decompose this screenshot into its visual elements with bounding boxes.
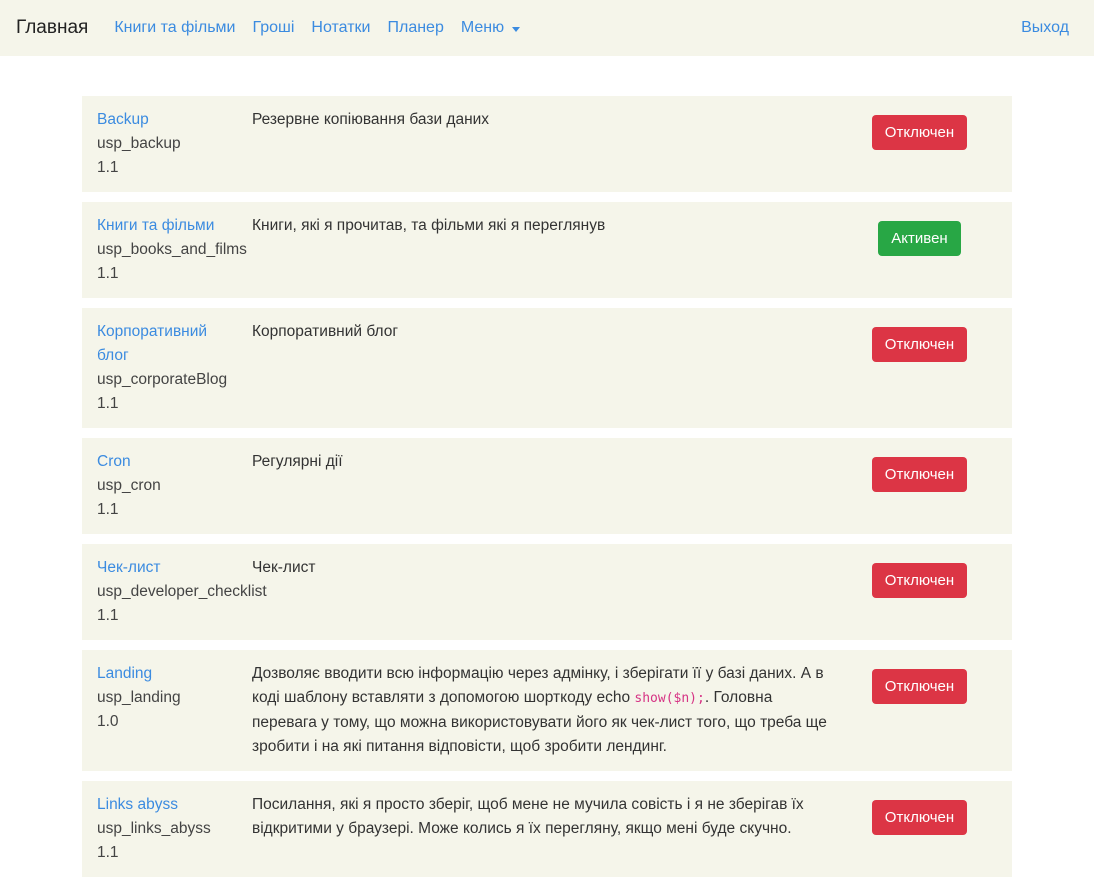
module-description: Посилання, які я просто зберіг, щоб мене…: [252, 796, 804, 837]
module-version: 1.1: [97, 607, 119, 624]
module-description: Резервне копіювання бази даних: [252, 111, 490, 128]
module-slug: usp_links_abyss: [97, 820, 211, 837]
module-title-link[interactable]: Links abyss: [97, 793, 227, 817]
module-version: 1.1: [97, 844, 119, 861]
module-title-link[interactable]: Landing: [97, 662, 227, 686]
module-action: Отключен: [842, 793, 997, 841]
module-row: Книги та фільми usp_books_and_films 1.1 …: [82, 202, 1012, 298]
module-action: Отключен: [842, 556, 997, 604]
module-info: Книги та фільми usp_books_and_films 1.1: [97, 214, 252, 286]
module-action: Отключен: [842, 108, 997, 156]
module-status-button[interactable]: Отключен: [871, 114, 968, 150]
module-description: Дозволяє вводити всю інформацію через ад…: [252, 662, 842, 759]
module-slug: usp_landing: [97, 689, 181, 706]
module-info: Links abyss usp_links_abyss 1.1: [97, 793, 252, 865]
module-version: 1.1: [97, 395, 119, 412]
module-row: Landing usp_landing 1.0 Дозволяє вводити…: [82, 650, 1012, 771]
module-title-link[interactable]: Backup: [97, 108, 227, 132]
brand-home-link[interactable]: Главная: [16, 17, 88, 39]
module-status-button[interactable]: Отключен: [871, 456, 968, 492]
module-info: Cron usp_cron 1.1: [97, 450, 252, 522]
module-description: Книги, які я прочитав, та фільми які я п…: [252, 217, 606, 234]
module-status-button[interactable]: Отключен: [871, 668, 968, 704]
module-title-link[interactable]: Книги та фільми: [97, 214, 227, 238]
module-row: Чек-лист usp_developer_checklist 1.1 Чек…: [82, 544, 1012, 640]
shortcode-snippet: show($n);: [634, 691, 705, 706]
nav-item-planner[interactable]: Планер: [387, 19, 443, 37]
chevron-down-icon: [512, 26, 521, 32]
nav-menu-dropdown[interactable]: Меню: [460, 19, 521, 37]
module-action: Отключен: [842, 320, 997, 368]
module-status-button[interactable]: Активен: [878, 220, 961, 256]
module-title-link[interactable]: Чек-лист: [97, 556, 227, 580]
module-status-button[interactable]: Отключен: [871, 799, 968, 835]
module-slug: usp_books_and_films: [97, 241, 247, 258]
module-title-link[interactable]: Cron: [97, 450, 227, 474]
module-row: Links abyss usp_links_abyss 1.1 Посиланн…: [82, 781, 1012, 877]
module-description: Регулярні дії: [252, 453, 343, 470]
module-slug: usp_cron: [97, 477, 161, 494]
logout-link[interactable]: Выход: [1021, 19, 1069, 37]
module-row: Cron usp_cron 1.1 Регулярні дії Отключен: [82, 438, 1012, 534]
nav-item-notes[interactable]: Нотатки: [311, 19, 370, 37]
module-info: Backup usp_backup 1.1: [97, 108, 252, 180]
module-info: Landing usp_landing 1.0: [97, 662, 252, 759]
module-action: Отключен: [842, 662, 997, 710]
nav-menu-label: Меню: [460, 19, 505, 36]
module-status-button[interactable]: Отключен: [871, 326, 968, 362]
module-row: Backup usp_backup 1.1 Резервне копіюванн…: [82, 96, 1012, 192]
top-navbar: Главная Книги та фільми Гроші Нотатки Пл…: [0, 0, 1094, 56]
module-description: Чек-лист: [252, 559, 316, 576]
module-action: Активен: [842, 214, 997, 262]
module-info: Корпоративний блог usp_corporateBlog 1.1: [97, 320, 252, 416]
module-row: Корпоративний блог usp_corporateBlog 1.1…: [82, 308, 1012, 428]
module-version: 1.1: [97, 159, 119, 176]
module-title-link[interactable]: Корпоративний блог: [97, 320, 227, 368]
nav-item-money[interactable]: Гроші: [252, 19, 294, 37]
module-list: Backup usp_backup 1.1 Резервне копіюванн…: [82, 96, 1012, 887]
nav-item-books-films[interactable]: Книги та фільми: [114, 19, 235, 37]
module-description: Корпоративний блог: [252, 323, 399, 340]
module-slug: usp_developer_checklist: [97, 583, 267, 600]
module-status-button[interactable]: Отключен: [871, 562, 968, 598]
module-action: Отключен: [842, 450, 997, 498]
module-version: 1.1: [97, 501, 119, 518]
module-version: 1.1: [97, 265, 119, 282]
module-info: Чек-лист usp_developer_checklist 1.1: [97, 556, 267, 628]
module-slug: usp_backup: [97, 135, 181, 152]
module-version: 1.0: [97, 713, 119, 730]
module-slug: usp_corporateBlog: [97, 371, 228, 388]
